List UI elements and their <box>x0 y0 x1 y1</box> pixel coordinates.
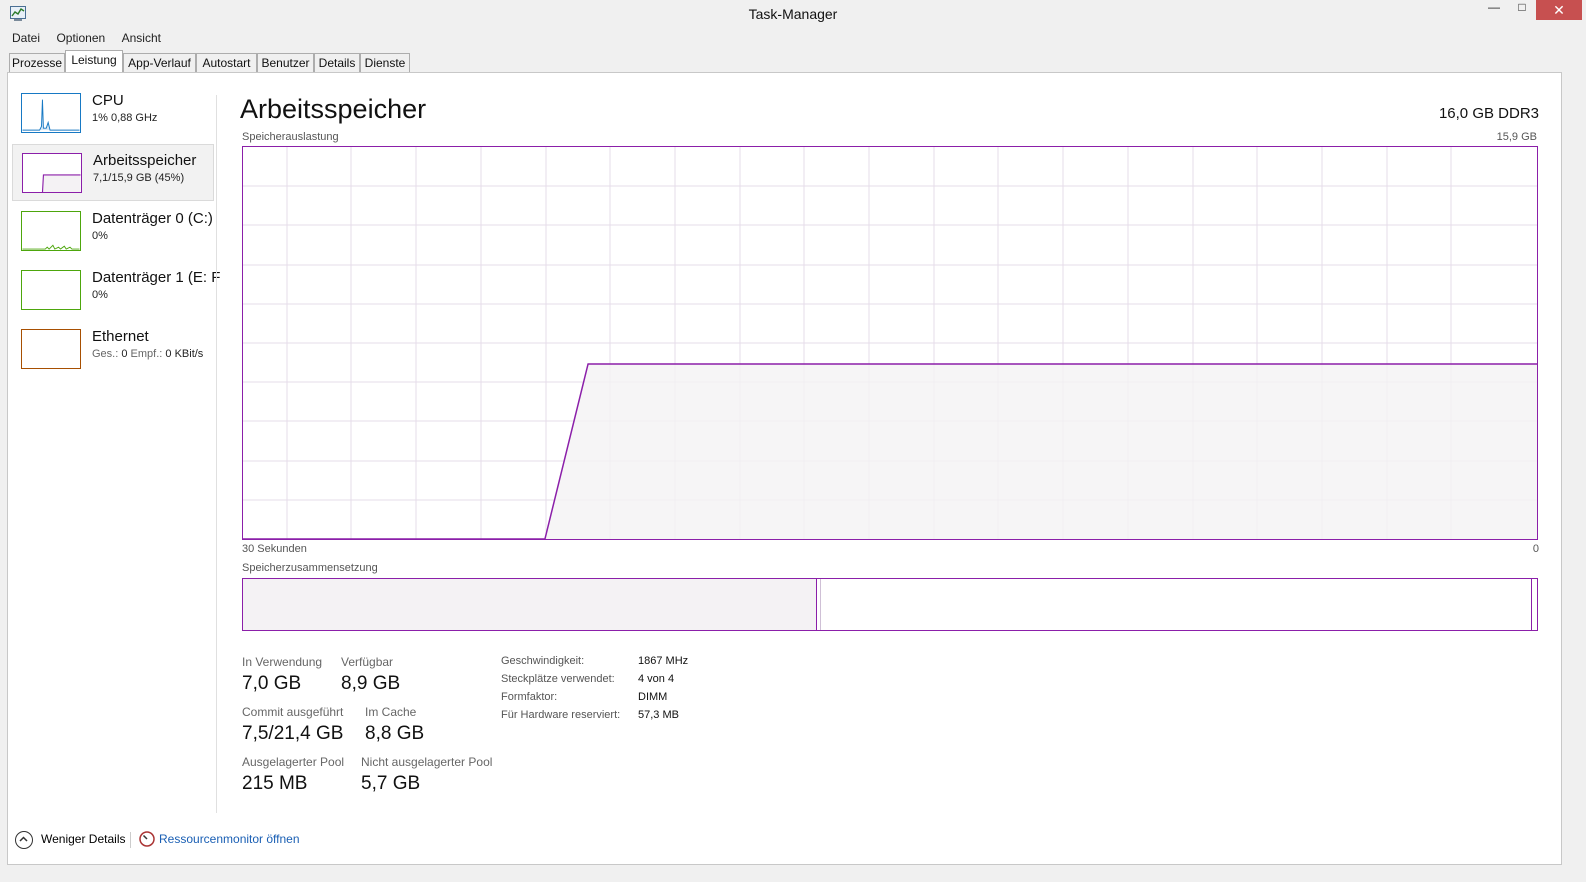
sidebar-cpu-sub: 1% 0,88 GHz <box>92 112 158 124</box>
cache-value: 8,8 GB <box>365 723 425 744</box>
paged-pool-value: 215 MB <box>242 773 308 794</box>
paged-pool-label: Ausgelagerter Pool <box>242 755 345 769</box>
title-bar: Task-Manager — □ ✕ <box>0 0 1586 28</box>
close-button[interactable]: ✕ <box>1536 0 1582 20</box>
chevron-up-icon[interactable] <box>15 831 33 849</box>
disk-graph-icon <box>21 270 81 310</box>
open-resource-monitor-link[interactable]: Ressourcenmonitor öffnen <box>159 832 300 846</box>
sidebar-item-cpu[interactable]: CPU 1% 0,88 GHz <box>12 85 214 142</box>
cache-label: Im Cache <box>365 705 417 719</box>
sidebar-disk1-sub: 0% <box>92 289 108 301</box>
memory-usage-chart <box>242 146 1538 540</box>
tab-leistung[interactable]: Leistung <box>65 50 123 73</box>
tab-app-verlauf[interactable]: App-Verlauf <box>123 53 196 73</box>
sidebar-item-disk1[interactable]: Datenträger 1 (E: F 0% <box>12 262 220 319</box>
usage-chart-max: 15,9 GB <box>1496 131 1537 143</box>
menu-ansicht[interactable]: Ansicht <box>116 29 167 47</box>
memory-graph-icon <box>22 153 82 193</box>
minimize-button[interactable]: — <box>1480 0 1508 20</box>
footer-separator <box>130 832 131 848</box>
fewer-details-button[interactable]: Weniger Details <box>41 832 125 846</box>
memory-usage-area <box>243 363 1537 539</box>
cpu-graph-icon <box>21 93 81 133</box>
chart-time-left: 30 Sekunden <box>242 543 307 555</box>
menu-optionen[interactable]: Optionen <box>50 29 111 47</box>
tab-dienste[interactable]: Dienste <box>360 53 410 73</box>
available-label: Verfügbar <box>341 655 394 669</box>
sidebar-cpu-title: CPU <box>92 92 124 109</box>
form-factor-value: DIMM <box>638 691 668 703</box>
nonpaged-pool-value: 5,7 GB <box>361 773 421 794</box>
page-title: Arbeitsspeicher <box>240 94 427 124</box>
commit-label: Commit ausgeführt <box>242 705 344 719</box>
chart-time-right: 0 <box>1532 543 1539 555</box>
memory-composition-bar <box>242 578 1538 631</box>
sidebar-item-disk0[interactable]: Datenträger 0 (C:) 0% <box>12 203 214 260</box>
tab-details[interactable]: Details <box>314 53 360 73</box>
ethernet-recv-label: Empf.: <box>130 348 163 360</box>
usage-chart-label: Speicherauslastung <box>242 131 339 143</box>
hw-reserved-value: 57,3 MB <box>638 709 679 721</box>
sidebar-disk0-sub: 0% <box>92 230 108 242</box>
sidebar-item-ethernet[interactable]: Ethernet Ges.: 0 Empf.: 0 KBit/s <box>12 321 214 378</box>
speed-value: 1867 MHz <box>638 655 689 667</box>
sidebar-divider <box>216 95 217 813</box>
sidebar-disk0-title: Datenträger 0 (C:) <box>92 210 213 227</box>
commit-value: 7,5/21,4 GB <box>242 723 344 744</box>
hw-reserved-label: Für Hardware reserviert: <box>501 709 621 721</box>
maximize-button[interactable]: □ <box>1508 0 1536 20</box>
slots-value: 4 von 4 <box>638 673 675 685</box>
form-factor-label: Formfaktor: <box>501 691 558 703</box>
tab-benutzer[interactable]: Benutzer <box>257 53 314 73</box>
disk-graph-icon <box>21 211 81 251</box>
tab-autostart[interactable]: Autostart <box>196 53 257 73</box>
sidebar-disk1-title: Datenträger 1 (E: F <box>92 269 221 286</box>
available-value: 8,9 GB <box>341 673 401 694</box>
task-manager-window: Task-Manager — □ ✕ Datei Optionen Ansich… <box>0 0 1586 882</box>
window-title: Task-Manager <box>748 6 838 22</box>
sidebar-ethernet-sub: Ges.: 0 Empf.: 0 KBit/s <box>92 348 203 360</box>
composition-modified <box>820 579 821 630</box>
memory-type: 16,0 GB DDR3 <box>1438 105 1539 122</box>
nonpaged-pool-label: Nicht ausgelagerter Pool <box>361 755 493 769</box>
menu-bar: Datei Optionen Ansicht <box>6 29 167 47</box>
ethernet-send-label: Ges.: <box>92 348 119 360</box>
composition-in-use <box>243 579 817 630</box>
in-use-label: In Verwendung <box>242 655 323 669</box>
sidebar-memory-title: Arbeitsspeicher <box>93 152 197 169</box>
network-graph-icon <box>21 329 81 369</box>
sidebar-memory-sub: 7,1/15,9 GB (45%) <box>93 172 185 184</box>
in-use-value: 7,0 GB <box>242 673 302 694</box>
resource-monitor-icon <box>139 831 155 847</box>
composition-label: Speicherzusammensetzung <box>242 562 378 574</box>
sidebar-item-memory[interactable]: Arbeitsspeicher 7,1/15,9 GB (45%) <box>12 144 214 201</box>
slots-label: Steckplätze verwendet: <box>501 673 615 685</box>
composition-standby-end <box>1531 579 1532 630</box>
menu-datei[interactable]: Datei <box>6 29 46 47</box>
tab-prozesse[interactable]: Prozesse <box>9 53 65 73</box>
speed-label: Geschwindigkeit: <box>501 655 585 667</box>
performance-panel: CPU 1% 0,88 GHz Arbeitsspeicher 7,1/15,9… <box>7 72 1562 865</box>
ethernet-recv-value: 0 KBit/s <box>165 348 204 360</box>
ethernet-send-value: 0 <box>121 348 128 360</box>
sidebar-ethernet-title: Ethernet <box>92 328 149 345</box>
footer-bar: Weniger Details Ressourcenmonitor öffnen <box>0 824 1586 858</box>
